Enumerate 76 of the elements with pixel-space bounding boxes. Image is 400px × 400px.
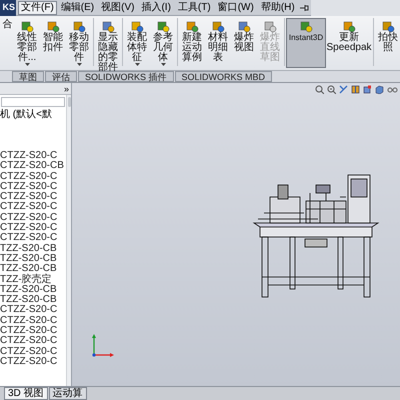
tree-item[interactable]: CTZZ-S20-C [0, 326, 66, 336]
tree-item[interactable]: TZZ-S20-CB [0, 284, 66, 296]
axis-triad-icon [90, 333, 116, 359]
ribbon-button[interactable]: 合 [1, 18, 14, 68]
menu-item[interactable]: 工具(T) [174, 0, 214, 14]
dropdown-caret-icon[interactable] [76, 63, 82, 66]
tree-item[interactable]: CTZZ-S20-CB [0, 161, 66, 172]
tool-icon [130, 20, 144, 33]
tree-item[interactable]: TZZ-胶壳定 [0, 274, 66, 285]
command-tab[interactable]: 评估 [45, 71, 77, 82]
dropdown-caret-icon[interactable] [24, 63, 30, 66]
bottom-tab[interactable]: 3D 视图 [4, 387, 48, 400]
menu-item[interactable]: 插入(I) [138, 0, 174, 14]
tool-icon [102, 20, 114, 33]
tree-item[interactable]: TZZ-S20-CB [0, 264, 66, 275]
tree-item[interactable]: TZZ-S20-CB [0, 295, 66, 306]
menu-item[interactable]: 编辑(E) [58, 0, 98, 14]
tool-icon [212, 20, 224, 33]
tree-item[interactable]: CTZZ-S20-C [0, 172, 66, 182]
filter-field[interactable] [1, 97, 65, 107]
menu-item[interactable]: 帮助(H) [258, 0, 298, 14]
glasses-icon[interactable] [387, 86, 398, 93]
tool-icon [238, 20, 250, 33]
ribbon-button[interactable]: 线性零部件... [14, 18, 40, 68]
command-tab[interactable]: SOLIDWORKS MBD [174, 71, 272, 82]
pin-icon[interactable] [298, 4, 309, 12]
tree-item[interactable]: CTZZ-S20-C [0, 356, 66, 368]
ribbon-button[interactable]: 参考几何体 [150, 18, 176, 68]
tree-item[interactable]: CTZZ-S20-C [0, 233, 66, 244]
ribbon-button[interactable]: 移动零部件 [66, 18, 92, 68]
zoom-area-icon[interactable] [327, 85, 336, 94]
section-view-icon[interactable] [351, 85, 360, 94]
expand-panel-button[interactable]: » [64, 84, 69, 94]
display-style-icon[interactable] [375, 85, 384, 94]
tool-icon [46, 20, 60, 33]
tree-item[interactable]: CTZZ-S20-C [0, 212, 66, 224]
menu-item[interactable]: 视图(V) [98, 0, 138, 14]
tool-icon [300, 20, 312, 33]
ribbon-button[interactable]: Instant3D [286, 18, 326, 68]
tool-icon [342, 20, 356, 33]
tree-item[interactable]: CTZZ-S20-C [0, 182, 66, 192]
tree-item[interactable]: CTZZ-S20-C [0, 223, 66, 234]
app-logo: KS [0, 0, 16, 16]
tree-item[interactable]: CTZZ-S20-C [0, 336, 66, 347]
scrollbar[interactable] [66, 95, 71, 386]
tree-item[interactable]: TZZ-S20-CB [0, 244, 66, 254]
ribbon-button[interactable]: 智能扣件 [40, 18, 66, 68]
tree-item[interactable]: TZZ-S20-CB [0, 254, 66, 264]
ribbon-button[interactable]: 爆炸视图 [231, 18, 257, 68]
zoom-fit-icon[interactable] [315, 85, 324, 94]
ribbon-button[interactable]: 更新Speedpak [326, 18, 372, 68]
tool-icon [72, 20, 86, 33]
tool-icon [264, 20, 276, 33]
dropdown-caret-icon[interactable] [160, 63, 166, 66]
menu-item[interactable]: 文件(F) [18, 0, 57, 14]
command-tab[interactable]: 草图 [12, 71, 44, 82]
tree-item[interactable]: CTZZ-S20-C [0, 316, 66, 326]
ribbon-button[interactable]: 材料明细表 [205, 18, 231, 68]
tool-icon [20, 20, 34, 33]
tree-item[interactable]: CTZZ-S20-C [0, 305, 66, 316]
ribbon-button[interactable]: 新建运动算例 [179, 18, 205, 68]
tree-item[interactable]: CTZZ-S20-C [0, 202, 66, 213]
tree-item[interactable]: CTZZ-S20-C [0, 151, 66, 162]
tree-root[interactable]: 机 (默认<默 [0, 109, 66, 121]
bottom-tab[interactable]: 运动算 [48, 387, 87, 400]
menu-item[interactable]: 窗口(W) [214, 0, 257, 14]
tool-icon [186, 20, 198, 33]
ribbon-button[interactable]: 装配体特征 [124, 18, 150, 68]
ribbon-button[interactable]: 拍快照 [375, 18, 400, 68]
dropdown-caret-icon[interactable] [134, 63, 140, 66]
tool-icon [156, 20, 170, 33]
command-tab[interactable]: SOLIDWORKS 插件 [78, 71, 174, 82]
tool-icon [382, 20, 394, 33]
view-orientation-icon[interactable] [363, 85, 372, 94]
tree-item[interactable]: CTZZ-S20-C [0, 346, 66, 357]
tree-item[interactable]: CTZZ-S20-C [0, 192, 66, 202]
